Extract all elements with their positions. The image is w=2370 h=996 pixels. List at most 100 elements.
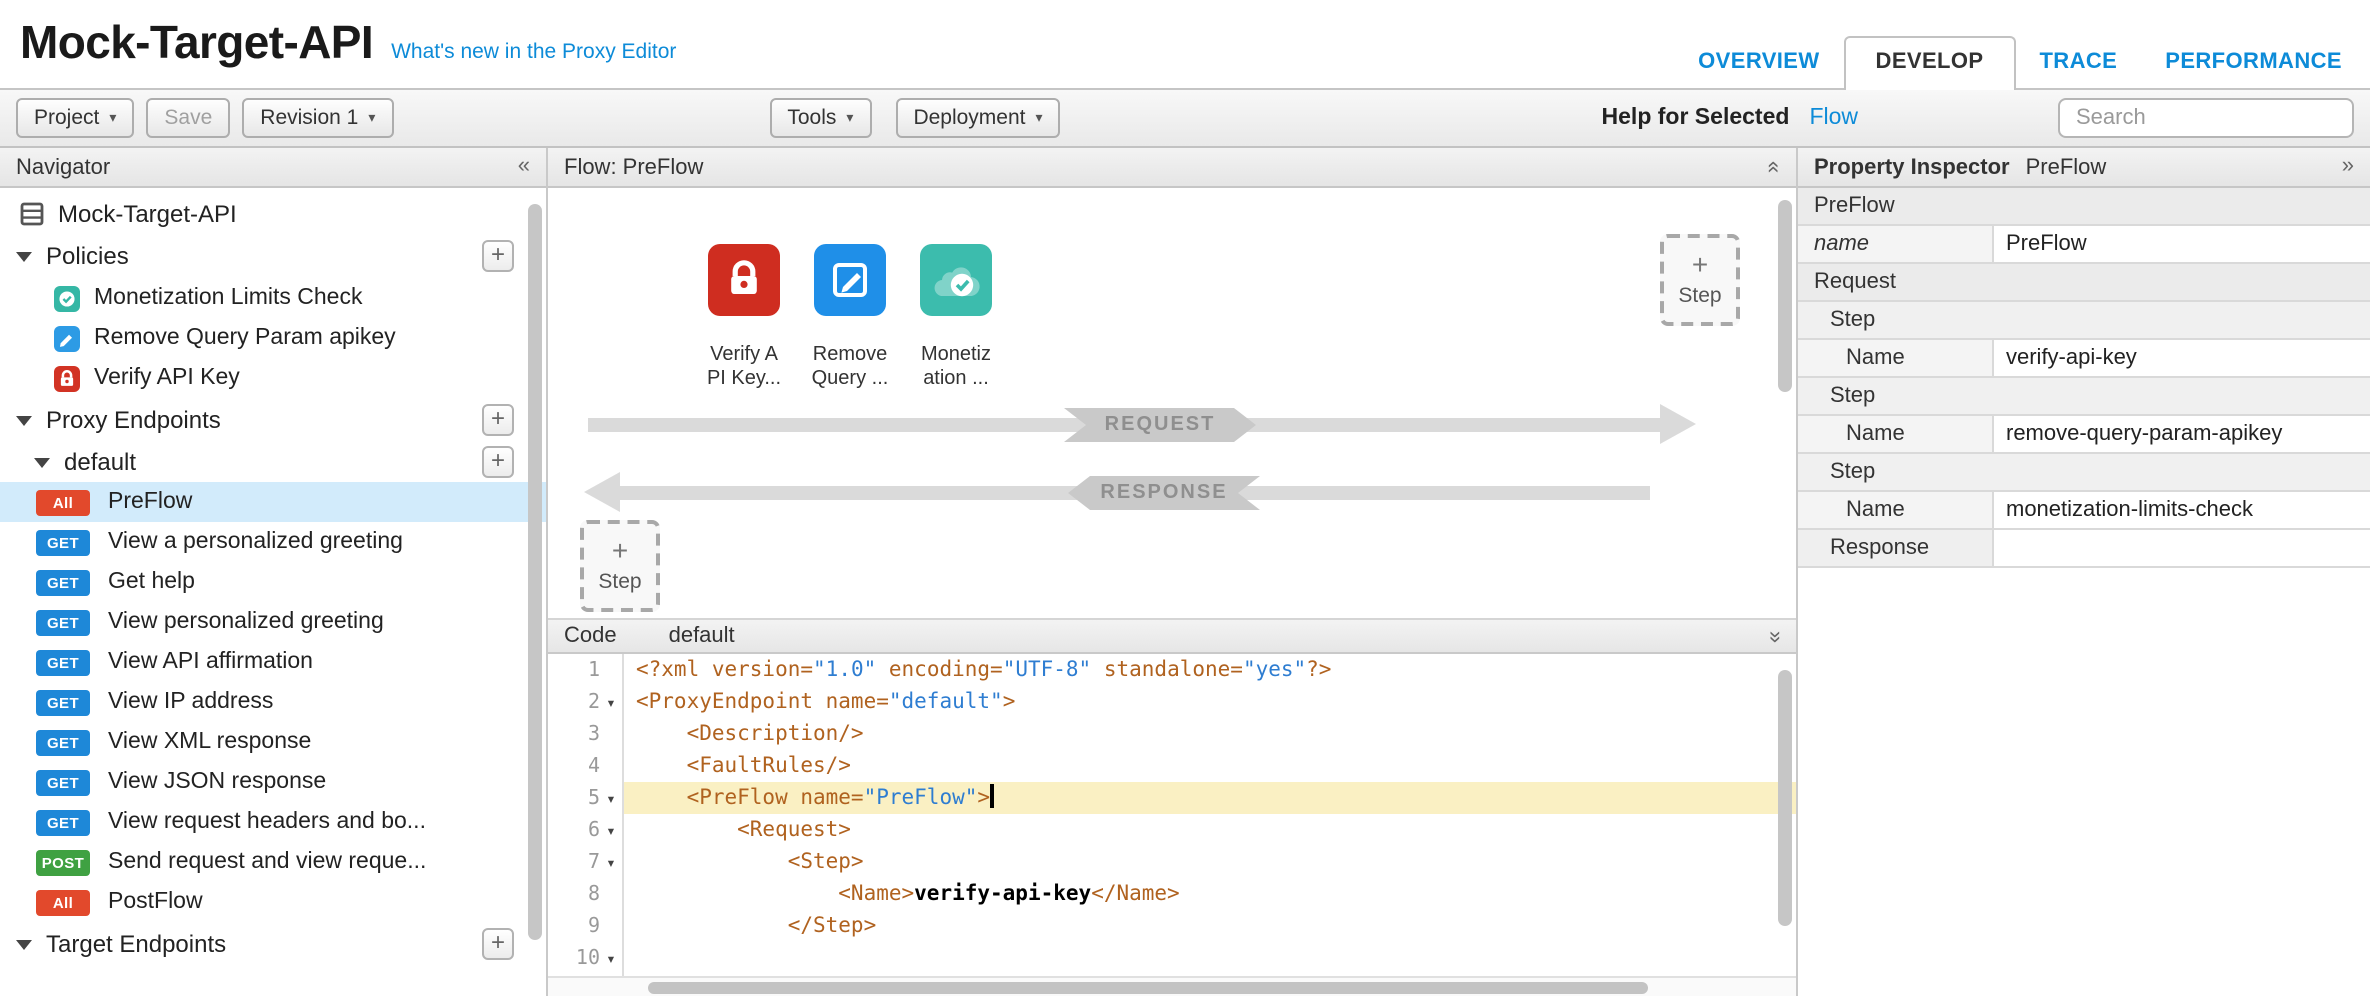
fold-arrow-icon[interactable]: ▾	[600, 789, 622, 807]
policy-item-monetization-limits-check[interactable]: Monetization Limits Check	[0, 278, 546, 318]
code-line[interactable]: <Description/>	[624, 718, 1796, 750]
remove-query-policy-icon[interactable]	[814, 244, 886, 316]
fold-arrow-icon[interactable]: ▾	[600, 821, 622, 839]
code-line[interactable]: <Request>	[624, 814, 1796, 846]
disclosure-triangle-icon[interactable]	[34, 457, 50, 467]
section-proxy-endpoints[interactable]: Proxy Endpoints +	[0, 398, 546, 442]
code-line[interactable]	[624, 942, 1796, 974]
project-menu-button[interactable]: Project ▾	[16, 98, 134, 138]
code-panel-label: Code	[564, 624, 617, 648]
navigator-scrollbar[interactable]	[528, 204, 542, 940]
line-number-label: 4	[548, 755, 600, 777]
code-token: <PreFlow name=	[636, 786, 864, 810]
code-editor[interactable]: 12▾345▾6▾7▾8910▾ <?xml version="1.0" enc…	[548, 654, 1796, 976]
tab-performance[interactable]: PERFORMANCE	[2141, 38, 2366, 88]
flow-item[interactable]: GET View JSON response	[0, 762, 546, 802]
add-target-endpoint-button[interactable]: +	[482, 928, 514, 960]
add-step-button-request[interactable]: + Step	[1660, 234, 1740, 326]
code-token: <Request>	[636, 818, 851, 842]
fold-arrow-icon[interactable]: ▾	[600, 693, 622, 711]
add-proxy-endpoint-button[interactable]: +	[482, 404, 514, 436]
policy-item-remove-query-param-apikey[interactable]: Remove Query Param apikey	[0, 318, 546, 358]
add-step-button-response[interactable]: + Step	[580, 520, 660, 612]
code-token: "1.0"	[813, 658, 876, 682]
monetization-policy-icon[interactable]	[920, 244, 992, 316]
save-button[interactable]: Save	[146, 98, 230, 138]
code-line[interactable]: <Name>verify-api-key</Name>	[624, 878, 1796, 910]
line-number[interactable]: 8	[548, 878, 622, 910]
collapse-flow-icon[interactable]: »	[1763, 161, 1785, 173]
flow-item[interactable]: GET View a personalized greeting	[0, 522, 546, 562]
inspector-section-request: Request	[1798, 264, 2370, 302]
code-line[interactable]: <?xml version="1.0" encoding="UTF-8" sta…	[624, 654, 1796, 686]
collapse-panel-icon[interactable]: «	[518, 156, 530, 178]
line-number-label: 7	[548, 851, 600, 873]
scrollbar-thumb[interactable]	[648, 982, 1648, 994]
flow-item[interactable]: GET View API affirmation	[0, 642, 546, 682]
property-value[interactable]: verify-api-key	[1994, 340, 2370, 376]
flow-item-postflow[interactable]: All PostFlow	[0, 882, 546, 922]
fold-arrow-icon[interactable]: ▾	[600, 949, 622, 967]
property-value[interactable]: PreFlow	[1994, 226, 2370, 262]
disclosure-triangle-icon[interactable]	[16, 251, 32, 261]
line-number[interactable]: 10▾	[548, 942, 622, 974]
collapse-code-icon[interactable]: »	[1763, 630, 1785, 642]
code-line[interactable]: <FaultRules/>	[624, 750, 1796, 782]
request-arrowhead-icon	[1660, 404, 1696, 444]
tab-overview[interactable]: OVERVIEW	[1674, 38, 1843, 88]
flow-item[interactable]: GET View XML response	[0, 722, 546, 762]
verify-api-key-policy-icon[interactable]	[708, 244, 780, 316]
add-policy-button[interactable]: +	[482, 240, 514, 272]
disclosure-triangle-icon[interactable]	[16, 939, 32, 949]
revision-menu-button[interactable]: Revision 1 ▾	[242, 98, 393, 138]
help-for-selected-label: Help for Selected	[1602, 106, 1790, 130]
code-line[interactable]: <ProxyEndpoint name="default">	[624, 686, 1796, 718]
line-number[interactable]: 4	[548, 750, 622, 782]
flow-item[interactable]: POST Send request and view reque...	[0, 842, 546, 882]
method-badge: POST	[36, 849, 90, 875]
flow-item[interactable]: GET Get help	[0, 562, 546, 602]
line-number[interactable]: 1	[548, 654, 622, 686]
flow-canvas-scrollbar[interactable]	[1778, 200, 1792, 392]
flow-item-preflow[interactable]: All PreFlow	[0, 482, 546, 522]
line-number[interactable]: 2▾	[548, 686, 622, 718]
tools-menu-button[interactable]: Tools ▾	[769, 98, 871, 138]
line-number[interactable]: 6▾	[548, 814, 622, 846]
fold-arrow-icon[interactable]: ▾	[600, 853, 622, 871]
code-token: verify-api-key	[914, 882, 1091, 906]
line-number[interactable]: 5▾	[548, 782, 622, 814]
add-flow-button[interactable]: +	[482, 446, 514, 478]
expand-panel-icon[interactable]: »	[2342, 156, 2354, 178]
tree-root-mock-target-api[interactable]: Mock-Target-API	[0, 194, 546, 234]
help-flow-link[interactable]: Flow	[1809, 106, 1858, 130]
line-number[interactable]: 7▾	[548, 846, 622, 878]
search-input[interactable]	[2058, 98, 2354, 138]
code-horizontal-scrollbar[interactable]	[548, 976, 1796, 996]
code-line[interactable]: </Step>	[624, 910, 1796, 942]
property-value[interactable]: remove-query-param-apikey	[1994, 416, 2370, 452]
deployment-menu-button[interactable]: Deployment ▾	[895, 98, 1060, 138]
code-token: "PreFlow"	[864, 786, 978, 810]
flow-label: View personalized greeting	[108, 610, 384, 634]
policy-item-verify-api-key[interactable]: Verify API Key	[0, 358, 546, 398]
response-ribbon: RESPONSE	[1068, 476, 1260, 510]
flow-item[interactable]: GET View personalized greeting	[0, 602, 546, 642]
tab-trace[interactable]: TRACE	[2015, 38, 2141, 88]
code-token: ?>	[1306, 658, 1331, 682]
flow-item[interactable]: GET View request headers and bo...	[0, 802, 546, 842]
code-line[interactable]: <PreFlow name="PreFlow">	[624, 782, 1796, 814]
disclosure-triangle-icon[interactable]	[16, 415, 32, 425]
code-line[interactable]: <Step>	[624, 846, 1796, 878]
section-policies[interactable]: Policies +	[0, 234, 546, 278]
code-vertical-scrollbar[interactable]	[1778, 670, 1792, 926]
property-value[interactable]	[1994, 530, 2370, 566]
section-target-endpoints[interactable]: Target Endpoints +	[0, 922, 546, 966]
tab-develop[interactable]: DEVELOP	[1844, 36, 2016, 90]
endpoint-group-default[interactable]: default +	[0, 442, 546, 482]
line-number[interactable]: 9	[548, 910, 622, 942]
method-badge: GET	[36, 569, 90, 595]
line-number[interactable]: 3	[548, 718, 622, 750]
flow-item[interactable]: GET View IP address	[0, 682, 546, 722]
property-value[interactable]: monetization-limits-check	[1994, 492, 2370, 528]
whats-new-link[interactable]: What's new in the Proxy Editor	[391, 40, 676, 64]
